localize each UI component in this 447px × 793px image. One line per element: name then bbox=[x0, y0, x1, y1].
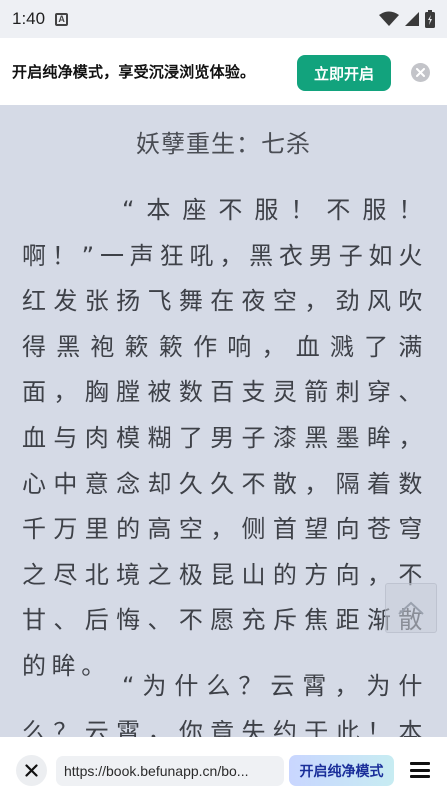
enable-now-button[interactable]: 立即开启 bbox=[297, 55, 391, 91]
bottom-toolbar: https://book.befunapp.cn/bo... 开启纯净模式 bbox=[0, 737, 447, 793]
url-field[interactable]: https://book.befunapp.cn/bo... bbox=[56, 756, 284, 786]
notification-a-icon: A bbox=[55, 12, 69, 26]
status-bar: 1:40 A bbox=[0, 0, 447, 38]
wifi-icon bbox=[379, 11, 399, 26]
promo-text: 开启纯净模式，享受沉浸浏览体验。 bbox=[12, 63, 256, 81]
status-icons bbox=[379, 10, 435, 28]
menu-line bbox=[410, 768, 430, 772]
signal-icon bbox=[405, 12, 419, 26]
pure-mode-button[interactable]: 开启纯净模式 bbox=[289, 755, 394, 786]
status-time: 1:40 bbox=[12, 9, 46, 28]
chevron-up-icon bbox=[398, 601, 424, 615]
paragraph: “本座不服！不服！啊！”一声狂吼，黑衣男子如火红发张扬飞舞在夜空，劲风吹得黑袍簌… bbox=[22, 196, 428, 680]
close-icon bbox=[25, 764, 38, 777]
pure-mode-promo-bar: 开启纯净模式，享受沉浸浏览体验。 立即开启 bbox=[0, 38, 447, 105]
chapter-title: 妖孽重生：七杀 bbox=[136, 130, 311, 158]
menu-line bbox=[410, 775, 430, 778]
menu-button[interactable] bbox=[410, 760, 430, 780]
close-icon bbox=[416, 68, 425, 77]
paragraph: “为什么？云霄，为什么？云霄，你竟失约于此！本座 bbox=[22, 672, 428, 737]
close-page-button[interactable] bbox=[16, 755, 47, 786]
battery-icon bbox=[425, 10, 435, 28]
scroll-to-top-button[interactable] bbox=[385, 583, 437, 633]
menu-line bbox=[410, 762, 430, 765]
reader-content: 妖孽重生：七杀 “本座不服！不服！啊！”一声狂吼，黑衣男子如火红发张扬飞舞在夜空… bbox=[0, 105, 447, 737]
promo-close-button[interactable] bbox=[411, 63, 430, 82]
